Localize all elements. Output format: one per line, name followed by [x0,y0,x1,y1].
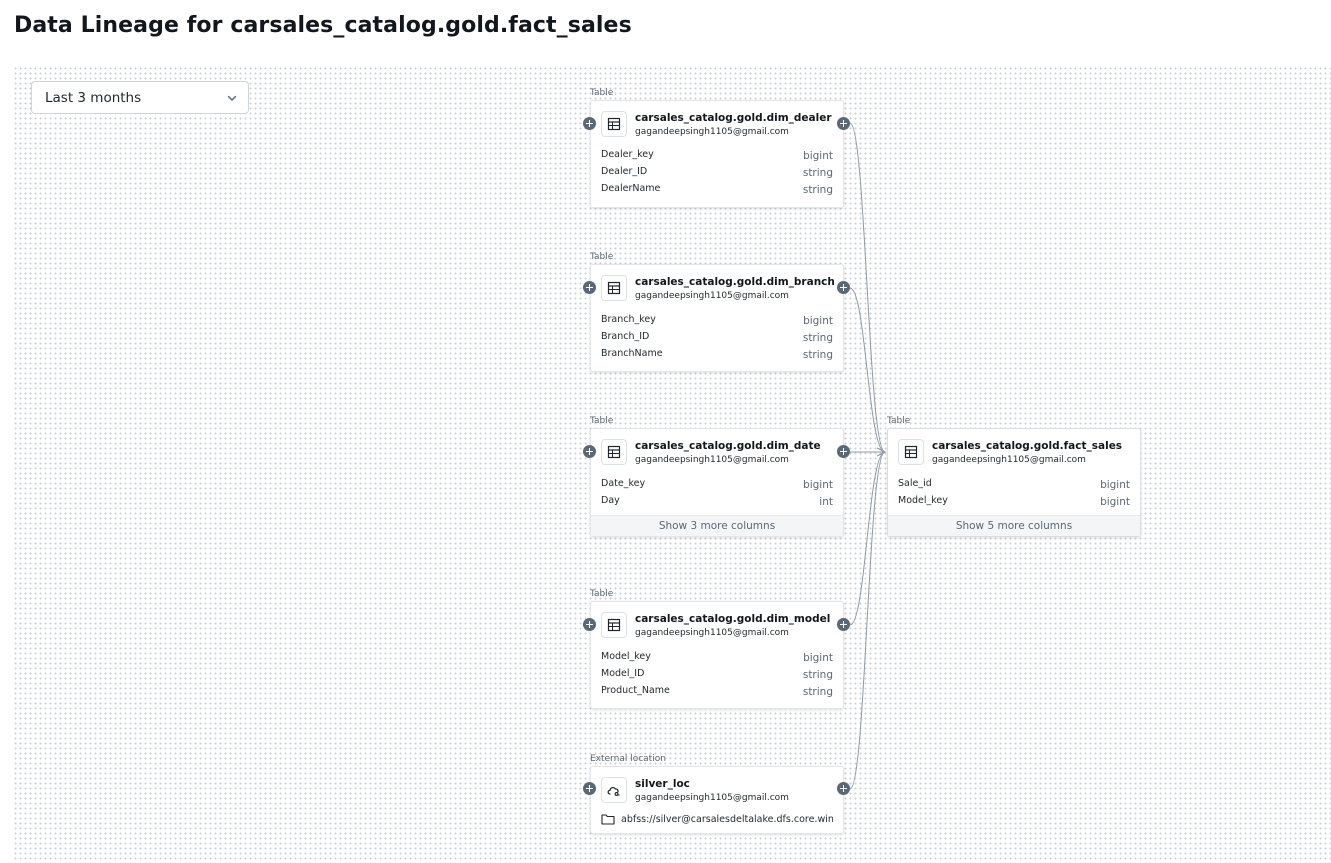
column-type: string [802,167,833,179]
table-icon [601,612,627,638]
column-name: BranchName [601,348,663,359]
column-type: bigint [803,479,833,491]
column-row: Product_Name string [601,685,833,700]
node-type-label: Table [887,416,911,426]
table-owner: gagandeepsingh1105@gmail.com [932,455,1086,465]
column-type: bigint [1100,496,1130,508]
column-row: Model_ID string [601,668,833,683]
column-row: Branch_ID string [601,331,833,346]
column-type: string [802,349,833,361]
column-type: string [802,332,833,344]
table-name[interactable]: carsales_catalog.gold.fact_sales [932,440,1122,452]
table-icon [898,439,924,465]
column-type: string [802,669,833,681]
table-node-dim-date[interactable]: carsales_catalog.gold.dim_date gagandeep… [590,428,844,537]
table-node-dim-model[interactable]: carsales_catalog.gold.dim_model gagandee… [590,601,844,709]
expand-downstream-button[interactable] [837,782,850,795]
column-row: Date_key bigint [601,478,833,493]
column-row: Branch_key bigint [601,314,833,329]
column-name: Dealer_ID [601,166,648,177]
expand-upstream-button[interactable] [583,782,596,795]
column-row: Dealer_ID string [601,166,833,181]
expand-downstream-button[interactable] [837,445,850,458]
column-row: Model_key bigint [601,651,833,666]
node-type-label: Table [590,416,614,426]
show-more-columns-button[interactable]: Show 5 more columns [888,515,1140,536]
expand-upstream-button[interactable] [583,618,596,631]
table-owner: gagandeepsingh1105@gmail.com [635,127,789,137]
edge-dim-dealer [849,122,886,453]
folder-icon [601,814,615,825]
node-type-label: Table [590,88,614,98]
table-owner: gagandeepsingh1105@gmail.com [635,455,789,465]
edge-dim-model [849,451,886,626]
column-row: DealerName string [601,183,833,198]
location-owner: gagandeepsingh1105@gmail.com [635,793,789,803]
column-row: Sale_id bigint [898,478,1130,493]
column-name: Day [601,495,620,506]
table-icon [601,275,627,301]
expand-downstream-button[interactable] [837,117,850,130]
column-type: string [802,686,833,698]
column-name: DealerName [601,183,661,194]
column-name: Branch_key [601,314,656,325]
edge-silver-loc [849,451,886,790]
table-icon [601,111,627,137]
table-icon [601,439,627,465]
column-row: Dealer_key bigint [601,149,833,164]
column-type: bigint [803,652,833,664]
column-name: Model_ID [601,668,645,679]
external-location-node-silver-loc[interactable]: silver_loc gagandeepsingh1105@gmail.com … [590,766,844,834]
node-type-label: External location [590,754,666,764]
column-row: Model_key bigint [898,495,1130,510]
table-node-dim-dealer[interactable]: carsales_catalog.gold.dim_dealer gagande… [590,100,844,208]
column-name: Branch_ID [601,331,650,342]
expand-downstream-button[interactable] [837,618,850,631]
table-node-dim-branch[interactable]: carsales_catalog.gold.dim_branch gagande… [590,264,844,372]
location-path-row: abfss://silver@carsalesdeltalake.dfs.cor… [601,812,833,828]
table-name[interactable]: carsales_catalog.gold.dim_branch [635,276,835,288]
column-type: bigint [1100,479,1130,491]
cloud-location-icon [601,777,627,803]
column-type: int [819,496,833,508]
column-name: Sale_id [898,478,932,489]
edge-dim-branch [849,287,886,453]
column-name: Model_key [601,651,651,662]
table-owner: gagandeepsingh1105@gmail.com [635,291,789,301]
expand-upstream-button[interactable] [583,117,596,130]
column-type: string [802,184,833,196]
location-name[interactable]: silver_loc [635,778,690,790]
column-row: BranchName string [601,348,833,363]
table-owner: gagandeepsingh1105@gmail.com [635,628,789,638]
expand-downstream-button[interactable] [837,281,850,294]
column-row: Day int [601,495,833,510]
column-name: Model_key [898,495,948,506]
node-type-label: Table [590,589,614,599]
show-more-columns-button[interactable]: Show 3 more columns [591,515,843,536]
column-name: Dealer_key [601,149,654,160]
column-name: Product_Name [601,685,670,696]
table-node-fact-sales[interactable]: carsales_catalog.gold.fact_sales gagande… [887,428,1141,537]
table-name[interactable]: carsales_catalog.gold.dim_model [635,613,830,625]
table-name[interactable]: carsales_catalog.gold.dim_date [635,440,821,452]
expand-upstream-button[interactable] [583,281,596,294]
table-name[interactable]: carsales_catalog.gold.dim_dealer [635,112,832,124]
column-type: bigint [803,150,833,162]
node-type-label: Table [590,252,614,262]
location-path: abfss://silver@carsalesdeltalake.dfs.cor… [621,814,833,825]
column-name: Date_key [601,478,646,489]
expand-upstream-button[interactable] [583,445,596,458]
column-type: bigint [803,315,833,327]
